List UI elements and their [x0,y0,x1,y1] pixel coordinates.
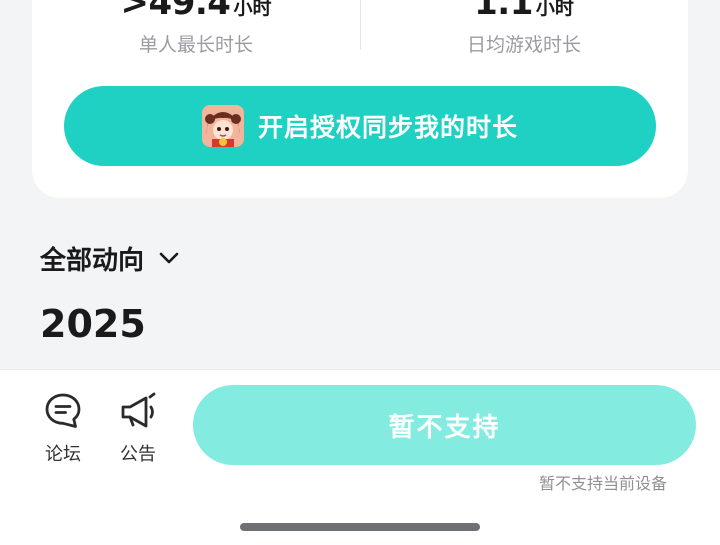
daily-avg-label: 日均游戏时长 [466,34,581,56]
activity-filter-label: 全部动向 [40,245,145,276]
chat-bubble-icon [45,393,81,428]
game-avatar-icon [201,105,244,147]
chevron-down-icon [159,252,179,264]
max-session-value-row: >49.4 小时 [32,0,360,23]
daily-avg-unit: 小时 [535,0,574,19]
daily-avg-value-row: 1.1 小时 [360,0,688,23]
sync-button-label: 开启授权同步我的时长 [257,113,518,142]
announcement-nav-item[interactable]: 公告 [108,390,168,466]
device-unsupported-note: 暂不支持当前设备 [538,474,667,493]
play-time-stats-card: >49.4 小时 单人最长时长 1.1 小时 日均游戏时长 开启授权同步我的时长 [32,0,688,198]
forum-nav-item[interactable]: 论坛 [33,390,93,466]
unsupported-action-button[interactable]: 暂不支持 [193,385,696,465]
bottom-action-bar: 论坛 公告 暂不支持 暂不支持当前设备 [0,369,720,545]
sync-play-time-button[interactable]: 开启授权同步我的时长 [64,86,656,166]
home-indicator[interactable] [240,523,480,531]
daily-avg-value: 1.1 [474,0,533,23]
max-session-unit: 小时 [233,0,272,19]
timeline-year: 2025 [40,302,146,346]
max-session-value: >49.4 [120,0,231,23]
max-session-label: 单人最长时长 [138,34,253,56]
megaphone-icon [121,392,156,428]
unsupported-button-label: 暂不支持 [388,412,501,443]
activity-filter-dropdown[interactable]: 全部动向 [40,238,182,278]
forum-label: 论坛 [45,444,81,465]
announcement-label: 公告 [120,444,156,465]
